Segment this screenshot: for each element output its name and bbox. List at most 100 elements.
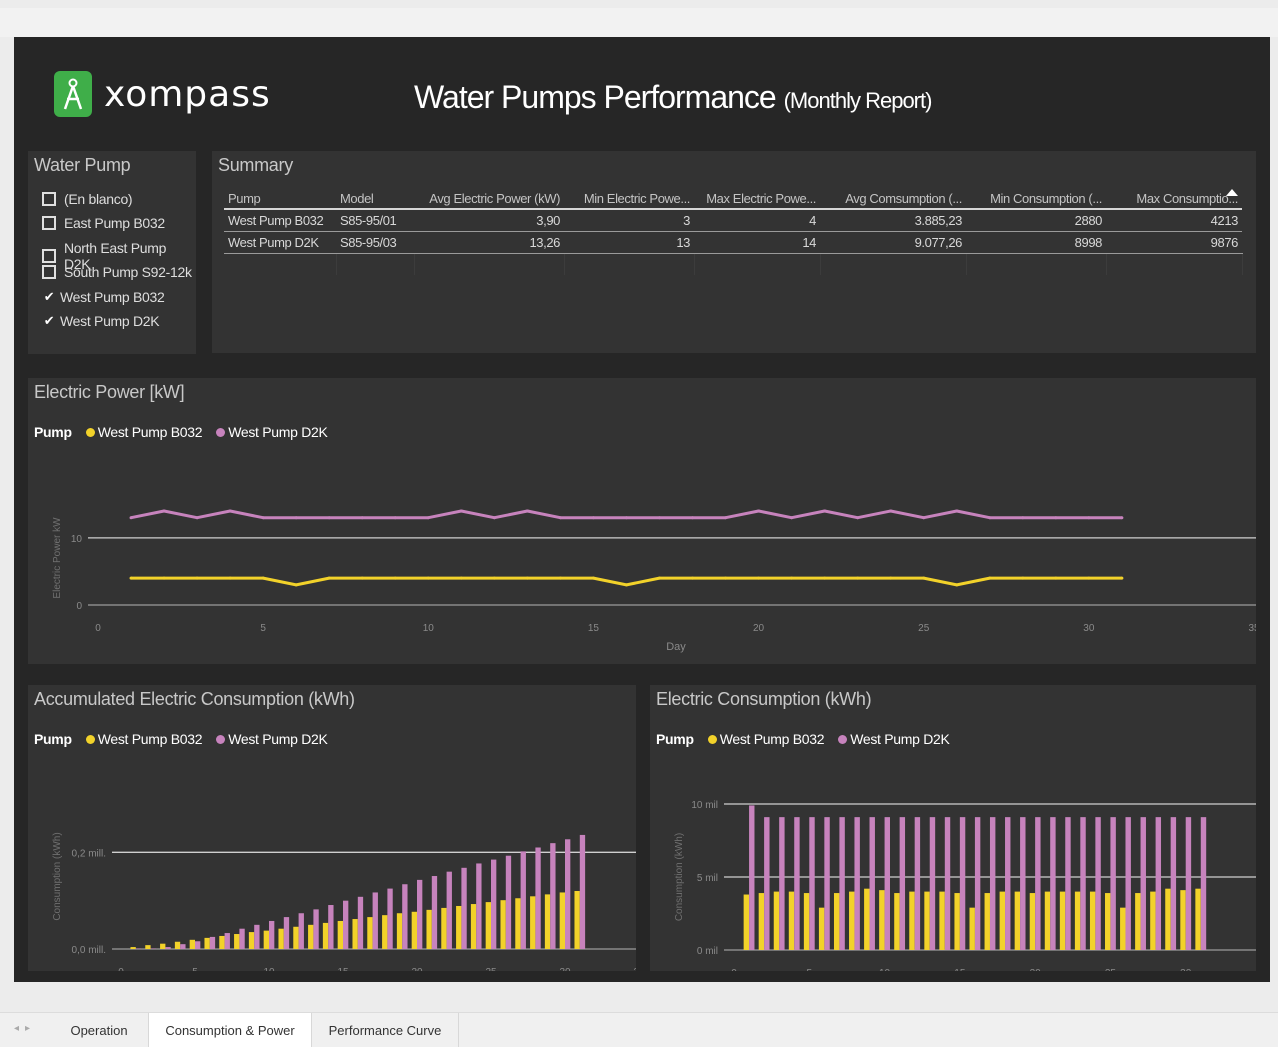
bar[interactable] [219, 936, 224, 949]
slicer-item[interactable]: South Pump S92-12k [42, 264, 192, 280]
bar[interactable] [560, 892, 565, 949]
bar[interactable] [180, 944, 185, 949]
data-point[interactable] [856, 516, 859, 519]
data-point[interactable] [427, 516, 430, 519]
bar[interactable] [1000, 892, 1005, 950]
column-header[interactable]: Min Consumption (... [966, 189, 1106, 209]
bar[interactable] [338, 921, 343, 949]
data-point[interactable] [196, 516, 199, 519]
bar[interactable] [145, 945, 150, 949]
bar[interactable] [969, 908, 974, 950]
data-point[interactable] [1054, 577, 1057, 580]
bar[interactable] [1005, 817, 1010, 950]
data-point[interactable] [988, 577, 991, 580]
bar[interactable] [264, 931, 269, 949]
bar[interactable] [515, 898, 520, 949]
column-header[interactable]: Pump [224, 189, 336, 209]
bar[interactable] [864, 889, 869, 950]
bar[interactable] [1195, 889, 1200, 950]
column-header[interactable]: Avg Comsumption (... [820, 189, 966, 209]
bar[interactable] [774, 892, 779, 950]
bar[interactable] [849, 892, 854, 950]
bar[interactable] [915, 817, 920, 950]
bar[interactable] [328, 905, 333, 949]
data-point[interactable] [790, 577, 793, 580]
bar[interactable] [960, 817, 965, 950]
bar[interactable] [160, 944, 165, 949]
data-point[interactable] [130, 516, 133, 519]
bar[interactable] [284, 917, 289, 949]
data-point[interactable] [691, 577, 694, 580]
bar[interactable] [1201, 817, 1206, 950]
bar[interactable] [894, 893, 899, 950]
data-point[interactable] [493, 577, 496, 580]
bar[interactable] [530, 896, 535, 949]
bar[interactable] [879, 890, 884, 950]
data-point[interactable] [163, 510, 166, 513]
data-point[interactable] [988, 516, 991, 519]
column-header[interactable]: Min Electric Powe... [564, 189, 694, 209]
bar[interactable] [985, 893, 990, 950]
checkmark-icon[interactable]: ✔ [42, 313, 56, 329]
bar[interactable] [819, 908, 824, 950]
bar[interactable] [447, 872, 452, 949]
data-point[interactable] [955, 510, 958, 513]
bar[interactable] [500, 900, 505, 949]
bar[interactable] [387, 889, 392, 949]
bar[interactable] [1141, 817, 1146, 950]
bar[interactable] [352, 919, 357, 949]
data-point[interactable] [295, 516, 298, 519]
bar[interactable] [990, 817, 995, 950]
bar[interactable] [580, 835, 585, 949]
bar[interactable] [165, 947, 170, 949]
bar[interactable] [249, 932, 254, 949]
bar[interactable] [441, 908, 446, 949]
data-point[interactable] [823, 577, 826, 580]
checkmark-icon[interactable]: ✔ [42, 289, 56, 305]
bar[interactable] [308, 925, 313, 949]
tab-scroll-arrows[interactable]: ◂▸ [14, 1023, 36, 1034]
bar[interactable] [210, 937, 215, 949]
bar[interactable] [1050, 817, 1055, 950]
data-point[interactable] [724, 516, 727, 519]
bar[interactable] [749, 805, 754, 950]
bar[interactable] [225, 933, 230, 949]
bar[interactable] [269, 921, 274, 949]
data-point[interactable] [427, 577, 430, 580]
bar[interactable] [343, 901, 348, 949]
data-point[interactable] [625, 516, 628, 519]
bar[interactable] [323, 923, 328, 949]
bar[interactable] [885, 817, 890, 950]
bar[interactable] [1120, 908, 1125, 950]
data-point[interactable] [889, 577, 892, 580]
table-row[interactable]: West Pump D2KS85-95/0313,2613149.077,268… [224, 232, 1242, 254]
data-point[interactable] [361, 577, 364, 580]
bar[interactable] [1065, 817, 1070, 950]
bar[interactable] [574, 891, 579, 949]
bar[interactable] [204, 938, 209, 949]
bar[interactable] [1045, 892, 1050, 950]
bar[interactable] [486, 902, 491, 949]
data-point[interactable] [493, 516, 496, 519]
column-header[interactable]: Max Consumptio... [1106, 189, 1242, 209]
data-point[interactable] [724, 577, 727, 580]
bar[interactable] [565, 839, 570, 949]
bar[interactable] [1095, 817, 1100, 950]
bar[interactable] [1075, 892, 1080, 950]
bar[interactable] [293, 927, 298, 949]
column-header[interactable]: Avg Electric Power (kW) [414, 189, 564, 209]
bar[interactable] [930, 817, 935, 950]
data-point[interactable] [592, 516, 595, 519]
bar[interactable] [779, 817, 784, 950]
bar[interactable] [804, 893, 809, 950]
bar[interactable] [744, 895, 749, 950]
bar[interactable] [397, 913, 402, 949]
data-point[interactable] [559, 577, 562, 580]
column-header[interactable]: Max Electric Powe... [694, 189, 820, 209]
bar[interactable] [1135, 893, 1140, 950]
data-point[interactable] [526, 510, 529, 513]
bar[interactable] [854, 817, 859, 950]
bar[interactable] [1030, 893, 1035, 950]
data-point[interactable] [262, 577, 265, 580]
data-point[interactable] [361, 516, 364, 519]
